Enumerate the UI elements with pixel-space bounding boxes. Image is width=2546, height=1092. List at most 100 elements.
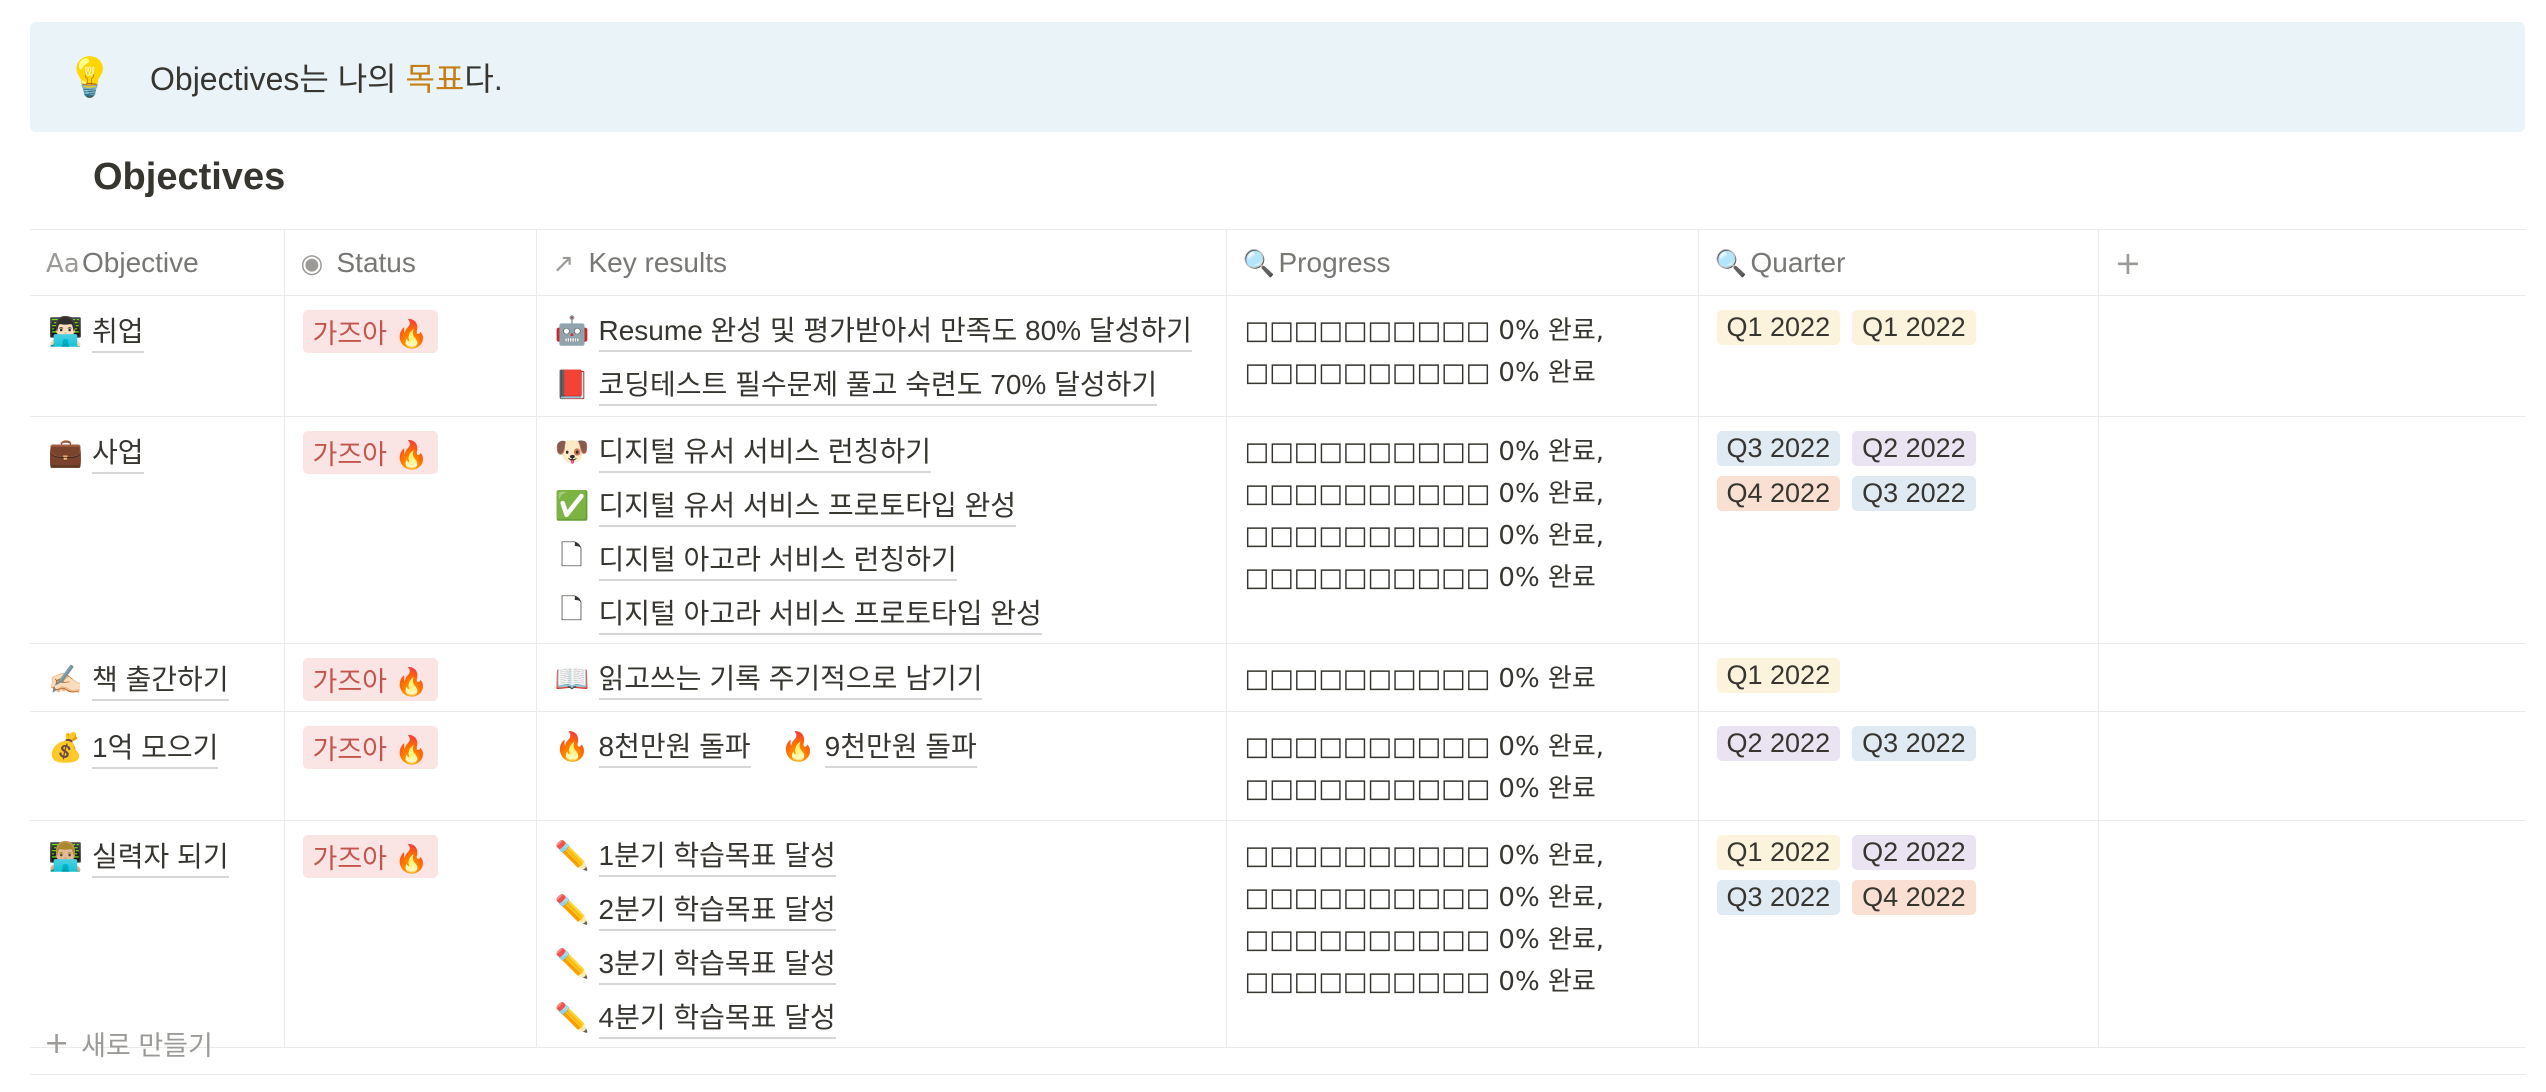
column-header-label: Objective	[82, 246, 199, 278]
quarter-tag: Q1 2022	[1716, 310, 1841, 345]
cell-quarter[interactable]: Q1 2022	[1698, 643, 2099, 712]
progress-line: □□□□□□□□□□ 0% 완료,	[1244, 925, 1605, 955]
quarter-tag: Q1 2022	[1716, 658, 1841, 693]
key-result-text: 8천만원 돌파	[598, 725, 751, 768]
key-result-text: 2분기 학습목표 달성	[598, 888, 836, 931]
key-result-link[interactable]: 🤖 Resume 완성 및 평가받아서 만족도 80% 달성하기	[555, 309, 1192, 352]
cell-progress[interactable]: □□□□□□□□□□ 0% 완료, □□□□□□□□□□ 0% 완료	[1226, 295, 1699, 417]
cell-quarter[interactable]: Q2 2022 Q3 2022	[1698, 711, 2099, 821]
column-header-progress[interactable]: 🔍 Progress	[1226, 229, 1699, 296]
key-result-link[interactable]: ✏️ 1분기 학습목표 달성	[555, 834, 836, 877]
progress-line: □□□□□□□□□□ 0% 완료,	[1244, 883, 1605, 913]
database-title[interactable]: Objectives	[93, 156, 285, 199]
check-mark-icon: ✅	[554, 488, 590, 522]
column-header-label: Quarter	[1750, 246, 1846, 278]
key-result-link[interactable]: 🗋 디지털 아고라 서비스 런칭하기	[555, 538, 1180, 581]
progress-line: □□□□□□□□□□ 0% 완료	[1244, 967, 1596, 997]
progress-line: □□□□□□□□□□ 0% 완료	[1244, 774, 1596, 804]
key-result-link[interactable]: 📖 읽고쓰는 기록 주기적으로 남기기	[554, 657, 983, 700]
column-header-status[interactable]: ◉ Status	[284, 229, 537, 296]
table-row[interactable]: ✍🏻 책 출간하기 가즈아 🔥 📖 읽고쓰는 기록 주기적으로 남기기 □□□□□□…	[30, 643, 2526, 712]
table-row[interactable]: 👨🏻‍💻 취업 가즈아 🔥 🤖 Resume 완성 및 평가받아서 만족도 80% …	[30, 295, 2526, 417]
cell-key-results[interactable]: 📖 읽고쓰는 기록 주기적으로 남기기	[536, 643, 1227, 712]
column-header-quarter[interactable]: 🔍 Quarter	[1698, 229, 2099, 296]
key-result-text: 9천만원 돌파	[824, 725, 977, 768]
cell-empty	[2098, 643, 2526, 712]
key-result-text: Resume 완성 및 평가받아서 만족도 80% 달성하기	[598, 309, 1192, 352]
progress-line: □□□□□□□□□□ 0% 완료	[1244, 358, 1596, 388]
key-result-link[interactable]: 🔥 9천만원 돌파	[780, 725, 977, 768]
column-header-objective[interactable]: AaObjective	[30, 229, 285, 296]
cell-key-results[interactable]: 🔥 8천만원 돌파 🔥 9천만원 돌파	[536, 711, 1227, 821]
search-icon: 🔍	[1242, 248, 1275, 279]
cell-empty	[2098, 295, 2526, 417]
objective-title[interactable]: 취업	[92, 310, 144, 353]
key-result-link[interactable]: ✅ 디지털 유서 서비스 프로토타입 완성	[554, 485, 1180, 527]
cell-objective[interactable]: 💰 1억 모으기	[30, 711, 285, 821]
quarter-tag: Q1 2022	[1852, 310, 1976, 345]
open-book-icon: 📖	[554, 661, 590, 695]
callout-text-after: 다.	[464, 61, 503, 97]
cell-objective[interactable]: 💼 사업	[30, 416, 285, 644]
progress-line: □□□□□□□□□□ 0% 완료	[1244, 664, 1596, 694]
objective-title[interactable]: 책 출간하기	[92, 658, 229, 701]
status-icon: ◉	[300, 248, 324, 279]
cell-objective[interactable]: ✍🏻 책 출간하기	[30, 643, 285, 712]
status-badge: 가즈아 🔥	[302, 310, 439, 353]
cell-progress[interactable]: □□□□□□□□□□ 0% 완료, □□□□□□□□□□ 0% 완료	[1226, 711, 1699, 821]
objective-title[interactable]: 사업	[92, 431, 144, 474]
cell-key-results[interactable]: 🐶 디지털 유서 서비스 런칭하기 ✅ 디지털 유서 서비스 프로토타입 완성 🗋 디…	[536, 416, 1227, 644]
column-header-key-results[interactable]: ↗ Key results	[536, 229, 1227, 296]
column-header-label: Progress	[1278, 246, 1391, 278]
cell-quarter[interactable]: Q1 2022 Q1 2022	[1698, 295, 2099, 417]
search-icon: 🔍	[1714, 248, 1747, 279]
key-result-text: 읽고쓰는 기록 주기적으로 남기기	[598, 657, 983, 700]
add-column-button[interactable]: +	[2098, 229, 2526, 296]
cell-quarter[interactable]: Q3 2022 Q2 2022 Q4 2022 Q3 2022	[1698, 416, 2099, 644]
callout-text-before: Objectives는 나의	[150, 61, 406, 97]
key-result-text: 디지털 아고라 서비스 런칭하기	[598, 538, 957, 581]
cell-status[interactable]: 가즈아 🔥	[284, 295, 537, 417]
cell-objective[interactable]: 👨🏻‍💻 취업	[30, 295, 285, 417]
status-badge: 가즈아 🔥	[302, 835, 439, 878]
pencil-icon: ✏️	[554, 946, 590, 980]
page-icon: 🗋	[560, 593, 583, 626]
column-header-label: Status	[336, 246, 416, 278]
briefcase-icon: 💼	[48, 436, 83, 469]
cell-progress[interactable]: □□□□□□□□□□ 0% 완료, □□□□□□□□□□ 0% 완료, □□□□…	[1226, 416, 1699, 644]
cell-key-results[interactable]: 🤖 Resume 완성 및 평가받아서 만족도 80% 달성하기 📕 코딩테스트 필…	[536, 295, 1227, 417]
key-result-link[interactable]: ✏️ 3분기 학습목표 달성	[554, 943, 836, 985]
objective-title[interactable]: 실력자 되기	[92, 835, 229, 878]
cell-empty	[2098, 711, 2526, 821]
key-result-text: 코딩테스트 필수문제 풀고 숙련도 70% 달성하기	[598, 363, 1158, 406]
key-result-text: 디지털 아고라 서비스 프로토타입 완성	[598, 592, 1042, 635]
quarter-tag: Q3 2022	[1716, 880, 1841, 915]
quarter-tag: Q4 2022	[1716, 476, 1841, 511]
fire-icon: 🔥	[554, 729, 590, 763]
quarter-tag: Q2 2022	[1852, 835, 1976, 870]
key-result-link[interactable]: 🐶 디지털 유서 서비스 런칭하기	[555, 431, 1180, 473]
table-row[interactable]: 💼 사업 가즈아 🔥 🐶 디지털 유서 서비스 런칭하기 ✅ 디지털 유서 서비스 프…	[30, 416, 2526, 644]
cell-status[interactable]: 가즈아 🔥	[284, 643, 537, 712]
progress-line: □□□□□□□□□□ 0% 완료,	[1244, 732, 1605, 762]
cell-progress[interactable]: □□□□□□□□□□ 0% 완료	[1226, 643, 1699, 712]
fire-icon: 🔥	[780, 729, 816, 763]
quarter-tag: Q1 2022	[1716, 835, 1841, 870]
key-result-link[interactable]: 📕 코딩테스트 필수문제 풀고 숙련도 70% 달성하기	[555, 363, 1192, 406]
money-bag-icon: 💰	[48, 731, 83, 764]
cell-empty	[2098, 416, 2526, 644]
quarter-tag: Q3 2022	[1852, 726, 1976, 761]
objective-title[interactable]: 1억 모으기	[92, 726, 219, 769]
quarter-tag: Q4 2022	[1852, 880, 1976, 915]
status-badge: 가즈아 🔥	[302, 658, 439, 701]
cell-status[interactable]: 가즈아 🔥	[284, 416, 537, 644]
cell-status[interactable]: 가즈아 🔥	[284, 711, 537, 821]
quarter-tag: Q3 2022	[1852, 476, 1976, 511]
callout-block: 💡 Objectives는 나의 목표다.	[30, 22, 2525, 132]
key-result-link[interactable]: ✏️ 2분기 학습목표 달성	[555, 888, 836, 931]
key-result-link[interactable]: 🗋 디지털 아고라 서비스 프로토타입 완성	[555, 592, 1180, 635]
new-row-button[interactable]: + 새로 만들기	[30, 1013, 2526, 1075]
key-result-text: 1분기 학습목표 달성	[598, 834, 836, 877]
key-result-link[interactable]: 🔥 8천만원 돌파	[554, 725, 751, 768]
table-row[interactable]: 💰 1억 모으기 가즈아 🔥 🔥 8천만원 돌파 🔥 9천만원 돌파 □□□□□□□□…	[30, 711, 2526, 821]
